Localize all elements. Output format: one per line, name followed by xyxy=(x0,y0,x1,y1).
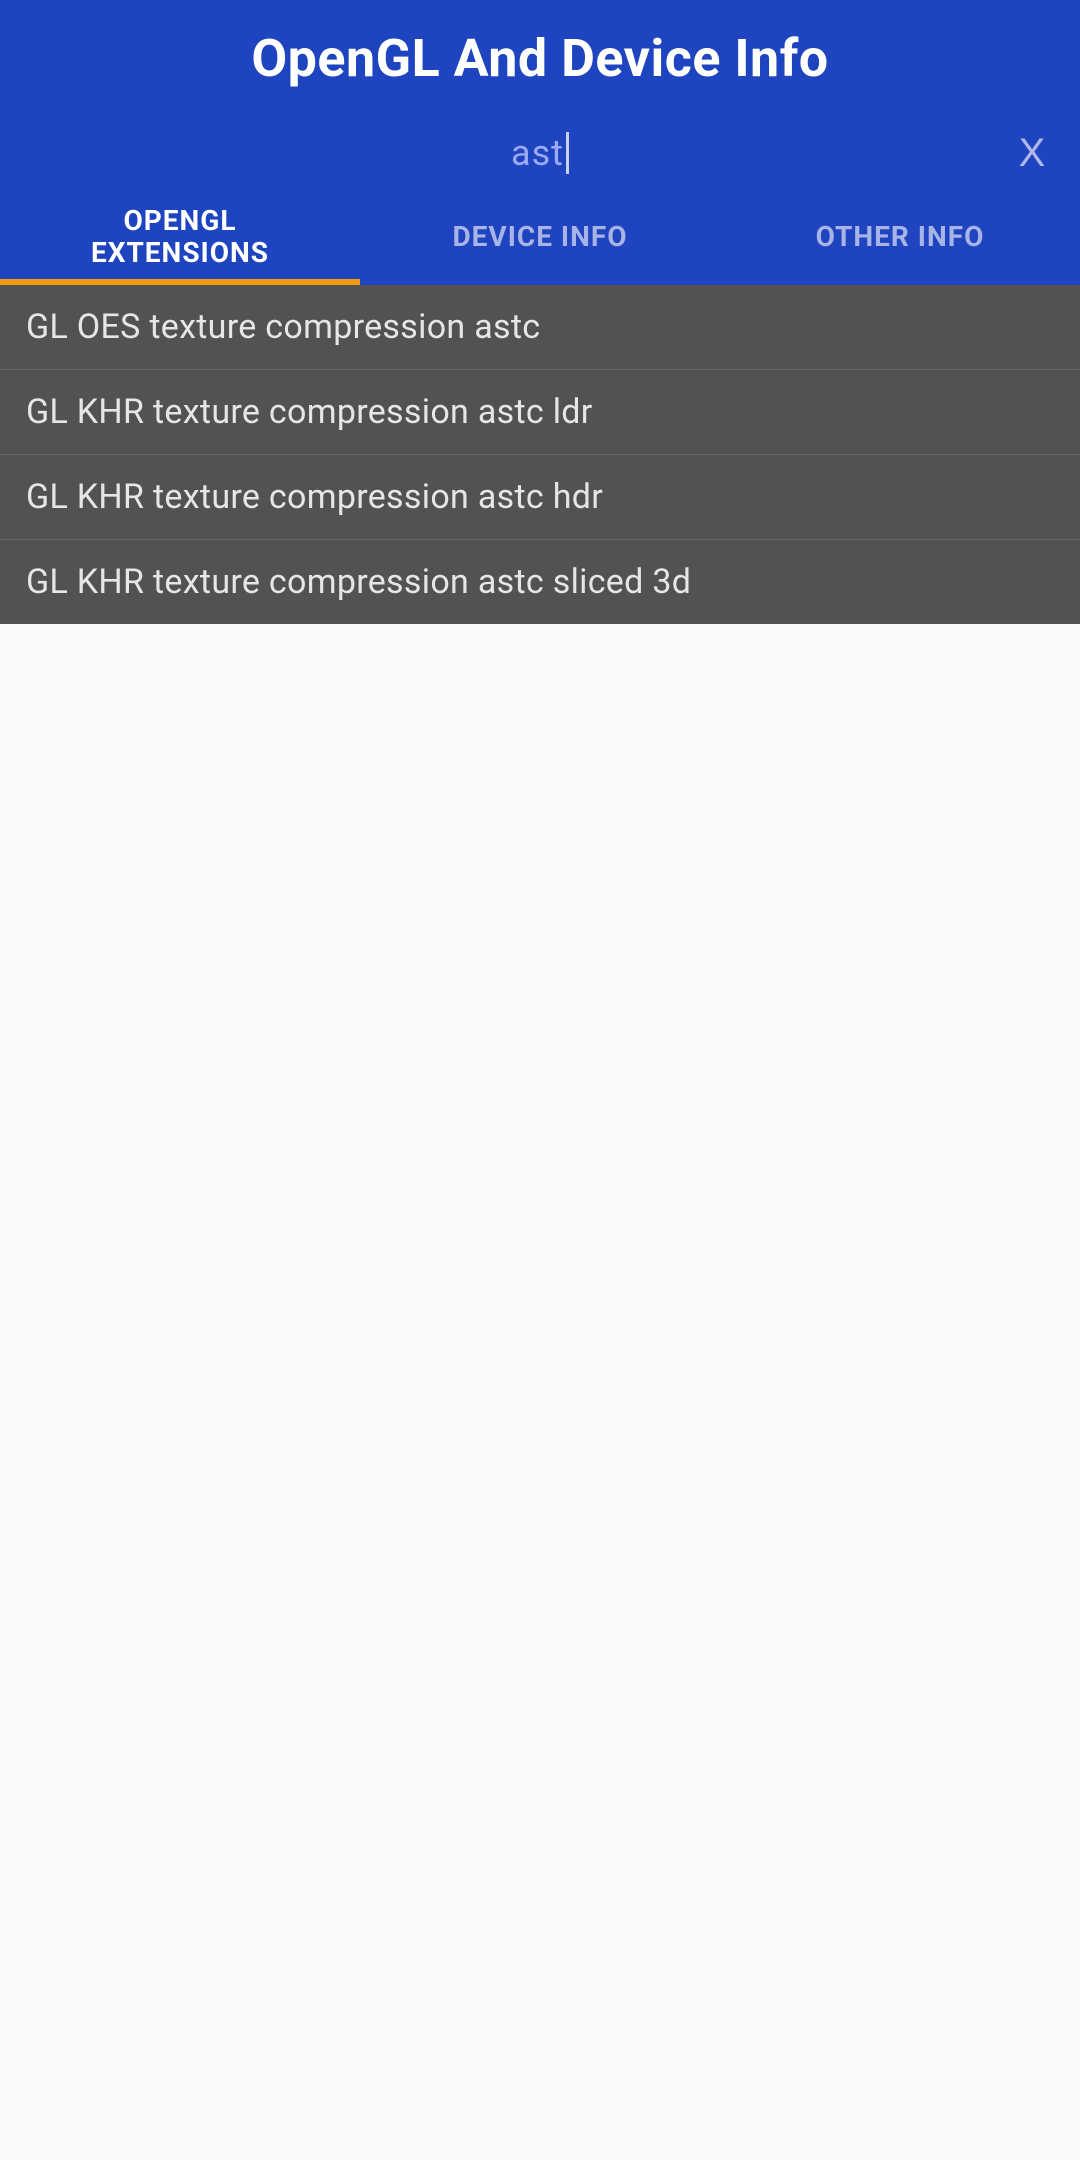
extensions-list: GL OES texture compression astc GL KHR t… xyxy=(0,285,1080,624)
list-item[interactable]: GL KHR texture compression astc sliced 3… xyxy=(0,540,1080,624)
text-cursor xyxy=(566,132,569,174)
tab-device-info[interactable]: DEVICE INFO xyxy=(360,189,720,285)
tab-label: DEVICE INFO xyxy=(452,221,627,253)
list-item[interactable]: GL OES texture compression astc xyxy=(0,285,1080,370)
header: OpenGL And Device Info ast X OPENGL EXTE… xyxy=(0,0,1080,285)
tab-opengl-extensions[interactable]: OPENGL EXTENSIONS xyxy=(0,189,360,285)
list-item[interactable]: GL KHR texture compression astc hdr xyxy=(0,455,1080,540)
tab-label: OPENGL EXTENSIONS xyxy=(91,205,269,269)
tab-other-info[interactable]: OTHER INFO xyxy=(720,189,1080,285)
search-input[interactable]: ast xyxy=(0,117,1080,189)
tab-label: OTHER INFO xyxy=(816,221,985,253)
search-text: ast xyxy=(511,132,564,174)
close-icon[interactable]: X xyxy=(1008,129,1056,177)
tabs-bar: OPENGL EXTENSIONS DEVICE INFO OTHER INFO xyxy=(0,189,1080,285)
search-row: ast X xyxy=(0,117,1080,189)
list-item[interactable]: GL KHR texture compression astc ldr xyxy=(0,370,1080,455)
page-title: OpenGL And Device Info xyxy=(0,0,1080,117)
